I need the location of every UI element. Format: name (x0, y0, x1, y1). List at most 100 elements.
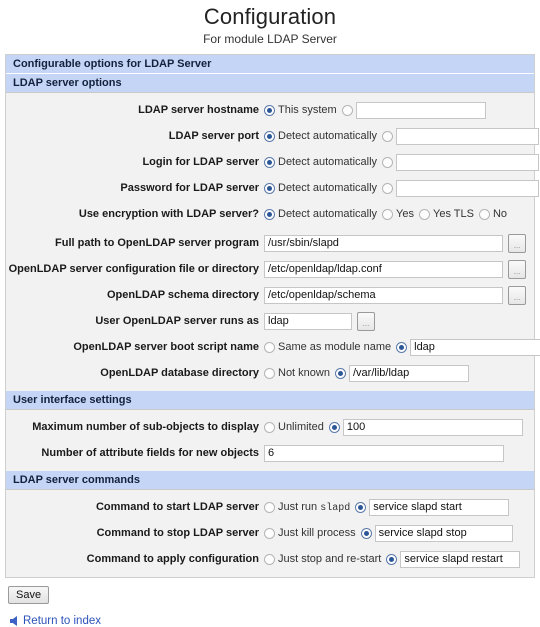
radio-db-directory-custom[interactable] (334, 367, 346, 379)
label-cmd-start: Command to start LDAP server (95, 501, 259, 513)
radio-label-login-detect-automatically: Detect automatically (278, 156, 378, 168)
row-max-subobjects: Maximum number of sub-objects to display… (6, 414, 534, 440)
row-use-encryption: Use encryption with LDAP server? Detect … (6, 201, 534, 227)
ui-settings-rows: Maximum number of sub-objects to display… (6, 410, 534, 471)
radio-db-directory-not-known[interactable] (264, 367, 275, 379)
radio-cmd-start-just-run[interactable] (264, 501, 275, 513)
save-button-container: Save (0, 578, 540, 604)
radio-login-custom[interactable] (382, 156, 394, 168)
row-config-path: OpenLDAP server configuration file or di… (6, 256, 534, 282)
label-login-for-ldap-server: Login for LDAP server (142, 156, 259, 168)
label-max-subobjects: Maximum number of sub-objects to display (32, 421, 259, 433)
return-to-index-link[interactable]: Return to index (23, 615, 101, 627)
file-chooser-icon-config-path[interactable]: ... (508, 259, 526, 279)
return-to-index-container[interactable]: Return to index (0, 604, 540, 627)
radio-label-max-subobjects-unlimited: Unlimited (278, 421, 324, 433)
label-ldap-server-hostname: LDAP server hostname (138, 104, 259, 116)
input-config-path[interactable] (264, 260, 504, 278)
radio-cmd-apply-custom[interactable] (386, 553, 398, 565)
input-ldap-server-port[interactable] (396, 127, 540, 145)
radio-label-password-detect-automatically: Detect automatically (278, 182, 378, 194)
radio-encryption-detect-automatically[interactable] (264, 208, 275, 220)
radio-label-cmd-stop-just-kill: Just kill process (278, 527, 356, 539)
radio-label-encryption-detect-automatically: Detect automatically (278, 208, 378, 220)
radio-login-detect-automatically[interactable] (264, 156, 275, 168)
radio-cmd-start-custom[interactable] (355, 501, 367, 513)
section-header-ldap-server-commands: LDAP server commands (6, 471, 534, 490)
radio-password-custom[interactable] (382, 182, 394, 194)
label-run-as-user: User OpenLDAP server runs as (95, 315, 259, 327)
row-ldap-server-port: LDAP server port Detect automatically (6, 123, 540, 149)
configuration-form: Configurable options for LDAP Server LDA… (5, 54, 540, 578)
radio-encryption-yes[interactable] (382, 208, 394, 220)
input-run-as-user[interactable] (264, 312, 352, 330)
radio-label-cmd-start-just-run: Just run slapd (278, 501, 350, 514)
input-login-for-ldap-server[interactable] (396, 153, 540, 171)
row-schema-path: OpenLDAP schema directory ... (6, 282, 534, 308)
radio-label-boot-script-same-as-module: Same as module name (278, 341, 392, 353)
file-chooser-icon-program-path[interactable]: ... (508, 233, 526, 253)
radio-port-custom[interactable] (382, 130, 394, 142)
row-boot-script: OpenLDAP server boot script name Same as… (6, 334, 540, 360)
input-boot-script[interactable] (410, 338, 540, 356)
radio-boot-script-custom[interactable] (396, 341, 408, 353)
radio-label-db-directory-not-known: Not known (278, 367, 330, 379)
label-use-encryption: Use encryption with LDAP server? (78, 208, 259, 220)
input-attr-fields[interactable] (264, 444, 504, 462)
label-password-for-ldap-server: Password for LDAP server (120, 182, 259, 194)
label-ldap-server-port: LDAP server port (168, 130, 259, 142)
radio-cmd-apply-just-restart[interactable] (264, 553, 275, 565)
label-program-path: Full path to OpenLDAP server program (55, 237, 259, 249)
input-cmd-stop[interactable] (374, 524, 513, 542)
input-password-for-ldap-server[interactable] (396, 179, 540, 197)
cmd-start-prefix: Just run (278, 500, 321, 513)
section-header-ldap-server-options: LDAP server options (6, 74, 534, 93)
save-button[interactable]: Save (8, 586, 50, 604)
page-subtitle: For module LDAP Server (203, 32, 337, 46)
radio-label-hostname-this-system: This system (278, 104, 337, 116)
cmd-start-binary: slapd (320, 502, 351, 514)
row-cmd-start: Command to start LDAP server Just run sl… (6, 494, 534, 520)
label-boot-script: OpenLDAP server boot script name (73, 341, 259, 353)
input-ldap-server-hostname[interactable] (355, 101, 486, 119)
page-title: Configuration (203, 4, 337, 29)
input-cmd-start[interactable] (369, 498, 510, 516)
input-max-subobjects[interactable] (342, 418, 523, 436)
arrow-left-icon (10, 616, 17, 626)
label-attr-fields: Number of attribute fields for new objec… (41, 447, 259, 459)
file-chooser-icon-schema-path[interactable]: ... (508, 285, 526, 305)
radio-hostname-custom[interactable] (341, 104, 353, 116)
radio-port-detect-automatically[interactable] (264, 130, 275, 142)
radio-hostname-this-system[interactable] (264, 104, 275, 116)
radio-encryption-yes-tls[interactable] (419, 208, 430, 220)
row-program-path: Full path to OpenLDAP server program ... (6, 230, 534, 256)
radio-label-port-detect-automatically: Detect automatically (278, 130, 378, 142)
radio-label-encryption-yes-tls: Yes TLS (433, 208, 474, 220)
input-cmd-apply[interactable] (400, 550, 521, 568)
radio-cmd-stop-custom[interactable] (360, 527, 372, 539)
row-password-for-ldap-server: Password for LDAP server Detect automati… (6, 175, 540, 201)
radio-max-subobjects-unlimited[interactable] (264, 421, 275, 433)
input-db-directory[interactable] (348, 364, 469, 382)
radio-max-subobjects-custom[interactable] (328, 421, 340, 433)
radio-label-cmd-apply-just-restart: Just stop and re-start (278, 553, 382, 565)
radio-password-detect-automatically[interactable] (264, 182, 275, 194)
row-db-directory: OpenLDAP database directory Not known (6, 360, 534, 386)
row-attr-fields: Number of attribute fields for new objec… (6, 440, 534, 466)
radio-boot-script-same-as-module[interactable] (264, 341, 275, 353)
row-cmd-stop: Command to stop LDAP server Just kill pr… (6, 520, 534, 546)
input-program-path[interactable] (264, 234, 504, 252)
radio-cmd-stop-just-kill[interactable] (264, 527, 275, 539)
user-chooser-icon-run-as-user[interactable]: ... (357, 311, 375, 331)
row-cmd-apply: Command to apply configuration Just stop… (6, 546, 534, 572)
section-header-configurable-options: Configurable options for LDAP Server (6, 55, 534, 74)
label-schema-path: OpenLDAP schema directory (106, 289, 259, 301)
radio-encryption-no[interactable] (478, 208, 490, 220)
label-db-directory: OpenLDAP database directory (100, 367, 259, 379)
row-run-as-user: User OpenLDAP server runs as ... (6, 308, 534, 334)
section-header-user-interface-settings: User interface settings (6, 391, 534, 410)
input-schema-path[interactable] (264, 286, 504, 304)
radio-label-encryption-yes: Yes (396, 208, 414, 220)
server-commands-rows: Command to start LDAP server Just run sl… (6, 490, 534, 577)
label-cmd-stop: Command to stop LDAP server (96, 527, 259, 539)
